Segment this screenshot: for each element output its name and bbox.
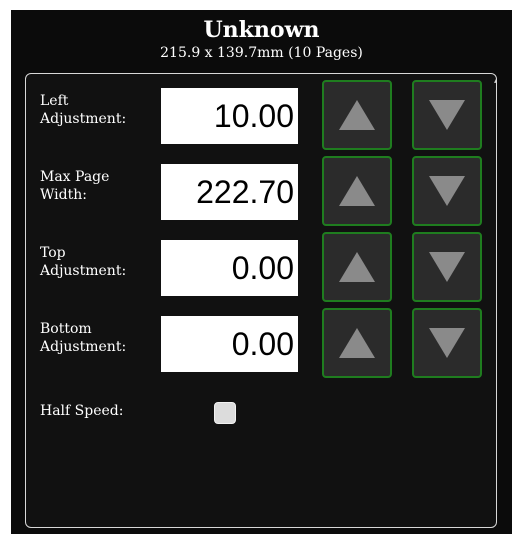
up-arrow-icon — [339, 176, 375, 206]
top-adjustment-label: Top Adjustment: — [40, 245, 127, 279]
bottom-adjustment-increment-button[interactable] — [322, 308, 392, 378]
max-page-width-row: Max Page Width: — [26, 156, 496, 226]
settings-panel: Left Adjustment: Max Page Width: Top Adj… — [25, 73, 497, 528]
up-arrow-icon — [339, 328, 375, 358]
top-adjustment-decrement-button[interactable] — [412, 232, 482, 302]
app-window: Unknown 215.9 x 139.7mm (10 Pages) Left … — [11, 10, 512, 534]
document-title: Unknown — [203, 17, 320, 43]
document-size-info: 215.9 x 139.7mm (10 Pages) — [160, 45, 363, 61]
left-adjustment-label: Left Adjustment: — [40, 93, 127, 127]
max-page-width-label: Max Page Width: — [40, 169, 110, 203]
up-arrow-icon — [339, 100, 375, 130]
down-arrow-icon — [429, 328, 465, 358]
top-adjustment-increment-button[interactable] — [322, 232, 392, 302]
up-arrow-icon — [339, 252, 375, 282]
down-arrow-icon — [429, 100, 465, 130]
max-page-width-input[interactable] — [161, 164, 298, 220]
left-adjustment-decrement-button[interactable] — [412, 80, 482, 150]
bottom-adjustment-input[interactable] — [161, 316, 298, 372]
left-adjustment-input[interactable] — [161, 88, 298, 144]
bottom-adjustment-label: Bottom Adjustment: — [40, 321, 127, 355]
left-adjustment-increment-button[interactable] — [322, 80, 392, 150]
left-adjustment-row: Left Adjustment: — [26, 80, 496, 150]
top-adjustment-row: Top Adjustment: — [26, 232, 496, 302]
bottom-adjustment-decrement-button[interactable] — [412, 308, 482, 378]
top-adjustment-input[interactable] — [161, 240, 298, 296]
half-speed-row: Half Speed: — [26, 392, 496, 436]
max-page-width-increment-button[interactable] — [322, 156, 392, 226]
bottom-adjustment-row: Bottom Adjustment: — [26, 308, 496, 378]
scroll-up-icon[interactable]: ▲ — [494, 76, 496, 84]
down-arrow-icon — [429, 176, 465, 206]
down-arrow-icon — [429, 252, 465, 282]
header: Unknown 215.9 x 139.7mm (10 Pages) — [11, 10, 512, 72]
half-speed-checkbox[interactable] — [214, 402, 236, 424]
half-speed-label: Half Speed: — [40, 403, 124, 419]
max-page-width-decrement-button[interactable] — [412, 156, 482, 226]
